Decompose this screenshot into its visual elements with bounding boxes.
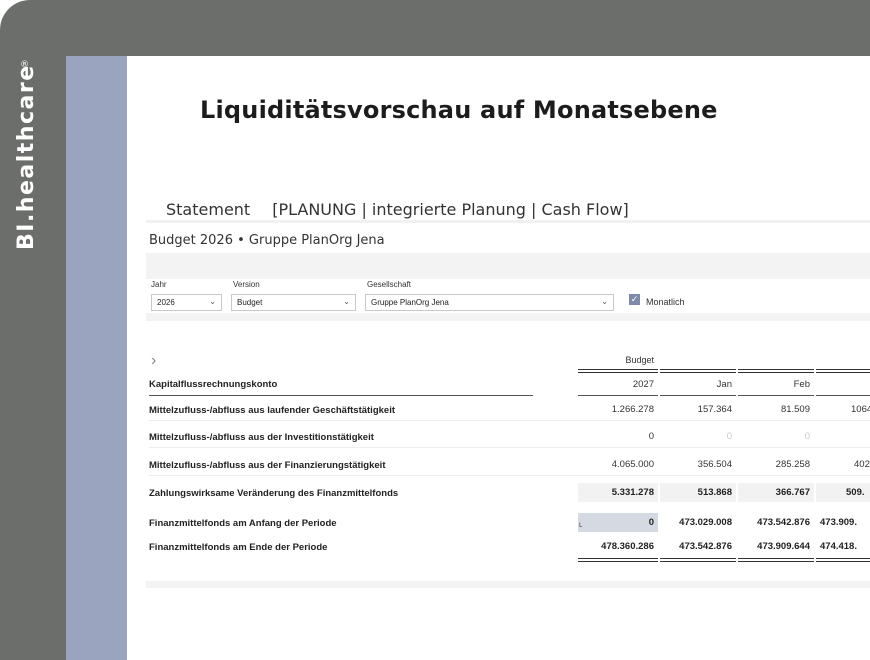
table-cell[interactable]: 0 <box>578 427 658 446</box>
report-subtitle: Budget 2026 • Gruppe PlanOrg Jena <box>149 233 385 248</box>
row-label: Mittelzufluss-/abfluss aus der Finanzier… <box>149 460 386 471</box>
table-cell[interactable]: 473.909.644 <box>738 537 814 556</box>
checkmark-icon: ✓ <box>630 294 639 304</box>
row-divider <box>149 447 870 448</box>
row-label: Finanzmittelfonds am Ende der Periode <box>149 542 328 553</box>
table-cell[interactable]: 356.504 <box>660 455 736 474</box>
jahr-label: Jahr <box>151 280 167 289</box>
jahr-value: 2026 <box>157 298 175 307</box>
version-value: Budget <box>237 298 263 307</box>
group-header-budget: Budget <box>625 355 654 365</box>
chevron-down-icon: ⌄ <box>601 297 608 306</box>
header-double-line <box>578 369 658 373</box>
total-double-line <box>738 558 814 562</box>
table-cell[interactable]: 4.065.000 <box>578 455 658 474</box>
table-cell[interactable]: 366.767 <box>738 483 814 502</box>
app-frame: BI.healthcare ® Liquiditätsvorschau auf … <box>0 0 870 660</box>
table-cell[interactable]: 157.364 <box>660 400 736 419</box>
chevron-right-icon[interactable]: › <box>151 352 156 370</box>
monatlich-checkbox[interactable]: ✓ <box>629 294 640 305</box>
header-double-line <box>738 369 814 373</box>
table-cell[interactable]: 402 <box>816 455 870 474</box>
table-cell[interactable]: 509. <box>816 483 870 502</box>
table-cell[interactable]: 1.266.278 <box>578 400 658 419</box>
chevron-down-icon: ⌄ <box>209 297 216 306</box>
column-rule <box>660 395 736 396</box>
header-double-line <box>660 369 736 373</box>
header-double-line <box>816 369 870 373</box>
gesellschaft-label: Gesellschaft <box>367 280 412 289</box>
jahr-select[interactable]: 2026 ⌄ <box>151 294 222 311</box>
chevron-down-icon: ⌄ <box>343 297 350 306</box>
total-double-line <box>660 558 736 562</box>
footer-band <box>146 581 870 588</box>
registered-mark: ® <box>20 60 29 70</box>
row-label: Finanzmittelfonds am Anfang der Periode <box>149 518 337 529</box>
row-header: Kapitalflussrechnungskonto <box>149 379 278 390</box>
table-cell[interactable]: 474.418. <box>816 537 870 556</box>
table-cell[interactable]: 473.029.008 <box>660 513 736 532</box>
statement-prefix: Statement <box>166 200 251 219</box>
table-cell[interactable]: 0 <box>660 427 736 446</box>
table-cell[interactable]: 473.542.876 <box>738 513 814 532</box>
table-cell[interactable]: 0 <box>738 427 814 446</box>
version-select[interactable]: Budget ⌄ <box>231 294 356 311</box>
gesellschaft-select[interactable]: Gruppe PlanOrg Jena ⌄ <box>365 294 614 311</box>
filter-band <box>146 253 870 279</box>
filter-band-bottom <box>146 313 870 321</box>
row-label: Zahlungswirksame Veränderung des Finanzm… <box>149 488 399 499</box>
column-header[interactable]: 2027 <box>578 379 654 390</box>
table-cell-selected[interactable]: 0 <box>578 513 658 532</box>
row-divider <box>149 475 870 476</box>
total-double-line <box>816 558 870 562</box>
table-cell[interactable]: 81.509 <box>738 400 814 419</box>
report-canvas: Liquiditätsvorschau auf Monatsebene Stat… <box>127 56 870 660</box>
table-cell[interactable]: 513.868 <box>660 483 736 502</box>
column-header[interactable]: Feb <box>738 379 810 390</box>
gesellschaft-value: Gruppe PlanOrg Jena <box>371 298 449 307</box>
accent-strip <box>66 56 127 660</box>
row-divider <box>149 420 870 421</box>
table-cell[interactable]: 473.542.876 <box>660 537 736 556</box>
row-label: Mittelzufluss-/abfluss aus der Investiti… <box>149 432 374 443</box>
table-cell[interactable] <box>816 427 870 446</box>
page-title: Liquiditätsvorschau auf Monatsebene <box>200 96 718 124</box>
row-header-rule <box>149 395 533 396</box>
column-rule <box>816 395 870 396</box>
divider <box>146 220 870 223</box>
column-rule <box>578 395 658 396</box>
table-cell[interactable]: 5.331.278 <box>578 483 658 502</box>
column-header[interactable]: Jan <box>660 379 732 390</box>
version-label: Version <box>233 280 260 289</box>
table-cell[interactable]: 1064 <box>816 400 870 419</box>
table-cell[interactable]: 473.909. <box>816 513 870 532</box>
statement-title: Statement [PLANUNG | integrierte Planung … <box>166 200 629 219</box>
brand-logo: BI.healthcare <box>14 64 39 250</box>
total-double-line <box>578 558 658 562</box>
table-cell[interactable]: 285.258 <box>738 455 814 474</box>
table-cell[interactable]: 478.360.286 <box>578 537 658 556</box>
row-label: Mittelzufluss-/abfluss aus laufender Ges… <box>149 405 395 416</box>
monatlich-label: Monatlich <box>646 297 685 307</box>
column-rule <box>738 395 814 396</box>
statement-name: [PLANUNG | integrierte Planung | Cash Fl… <box>272 200 629 219</box>
cell-marker: ʟ <box>579 520 583 529</box>
